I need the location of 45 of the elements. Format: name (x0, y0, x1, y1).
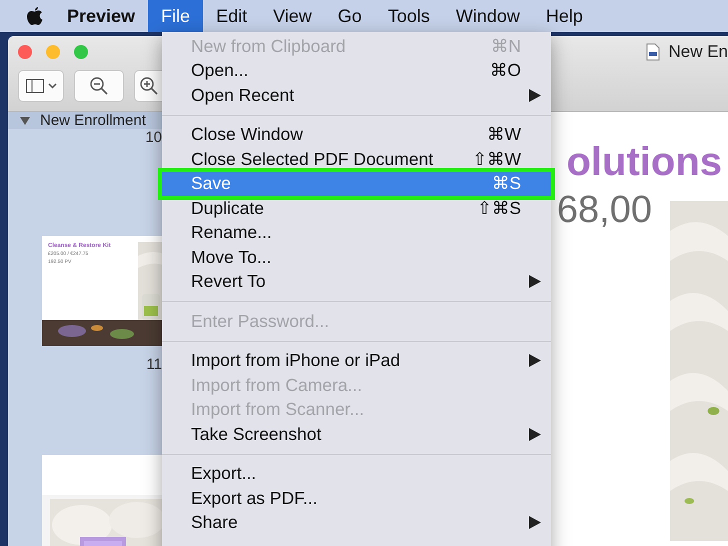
menu-title[interactable]: Edit (203, 0, 260, 32)
menu-item[interactable]: Close Window ⌘W (162, 122, 551, 147)
menu-item[interactable]: Close Selected PDF Document ⇧⌘W (162, 147, 551, 172)
menu-item[interactable]: Take Screenshot (162, 422, 551, 446)
menu-item[interactable]: Export... (162, 462, 551, 486)
chevron-down-icon (48, 83, 56, 89)
shortcut-text: ⌘O (490, 60, 521, 82)
submenu-arrow-icon (529, 428, 541, 441)
page-number: 10 (145, 129, 162, 146)
menu-item[interactable]: Share (162, 510, 551, 535)
shortcut-text: ⇧⌘W (472, 148, 521, 170)
menu-item[interactable]: Save ⌘S (162, 172, 551, 196)
menu-title[interactable]: Help (532, 0, 596, 32)
document-price: 68,00 (556, 189, 652, 232)
app-menu[interactable]: Preview (54, 0, 148, 32)
menu-item[interactable]: Open Recent (162, 83, 551, 108)
disclosure-triangle-icon[interactable] (20, 116, 30, 126)
zoom-in-icon (139, 76, 159, 96)
apple-logo-icon[interactable] (26, 6, 44, 26)
submenu-arrow-icon (529, 516, 541, 530)
shortcut-text: ⌘S (492, 173, 521, 194)
menu-item[interactable]: Open... ⌘O (162, 58, 551, 83)
shortcut-text: ⌘N (490, 36, 521, 57)
menu-title[interactable]: File (148, 0, 204, 32)
zoom-out-icon (89, 76, 109, 96)
document-icon (646, 43, 660, 61)
zoom-out-button[interactable] (74, 70, 124, 102)
sidebar-button[interactable] (18, 70, 64, 102)
sidebar-icon (26, 79, 44, 93)
shortcut-text: ⇧⌘S (477, 198, 521, 219)
menu-title[interactable]: View (260, 0, 325, 32)
window-title: New En (668, 42, 728, 62)
submenu-arrow-icon (529, 88, 541, 102)
menu-item[interactable]: Import from iPhone or iPad (162, 348, 551, 373)
document-heading: olutions (566, 140, 722, 185)
shortcut-text: ⌘W (486, 124, 521, 146)
page-number: 11 (146, 356, 162, 373)
submenu-arrow-icon (529, 354, 541, 368)
close-button[interactable] (18, 45, 32, 59)
menu-title[interactable]: Go (324, 0, 375, 32)
menu-title[interactable]: Tools (374, 0, 443, 32)
menu-item[interactable]: Export as PDF... (162, 486, 551, 510)
submenu-arrow-icon (529, 275, 541, 288)
menu-item[interactable]: Duplicate ⇧⌘S (162, 196, 551, 220)
menu-title[interactable]: Window (442, 0, 533, 32)
